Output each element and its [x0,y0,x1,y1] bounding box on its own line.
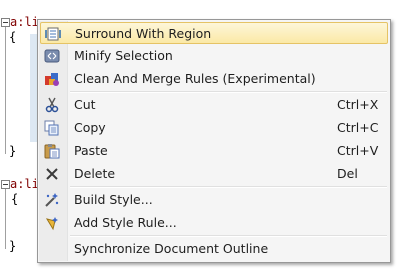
menu-item-clean-and-merge[interactable]: Clean And Merge Rules (Experimental) [40,68,388,90]
menu-item-surround-with-region[interactable]: Surround With Region [40,22,388,44]
menu-separator [70,186,387,188]
build-style-icon [44,192,60,208]
menu-item-add-style-rule[interactable]: Add Style Rule... [40,212,388,234]
menu-item-label: Add Style Rule... [74,215,177,230]
context-menu: Surround With Region Minify Selection Cl… [37,19,391,263]
paste-icon [44,143,60,159]
menu-item-shortcut: Del [337,166,358,181]
add-style-rule-icon [44,215,60,231]
fold-guide [5,189,6,249]
menu-item-cut[interactable]: Cut Ctrl+X [40,94,388,116]
menu-item-label: Synchronize Document Outline [74,241,269,256]
menu-item-label: Delete [74,166,116,181]
delete-icon [44,166,60,182]
menu-item-delete[interactable]: Delete Del [40,163,388,185]
menu-separator [70,91,387,93]
open-brace: { [11,192,19,206]
surround-region-icon [45,26,61,42]
css-selector: a:li [10,177,39,191]
menu-item-paste[interactable]: Paste Ctrl+V [40,140,388,162]
menu-item-synchronize-outline[interactable]: Synchronize Document Outline [40,238,388,260]
clean-merge-icon [44,71,60,87]
menu-item-shortcut: Ctrl+V [337,143,379,158]
menu-item-label: Copy [74,120,106,135]
menu-item-label: Clean And Merge Rules (Experimental) [74,71,316,86]
menu-item-shortcut: Ctrl+X [337,97,379,112]
close-brace: } [9,239,17,253]
scissors-icon [44,97,60,113]
menu-item-build-style[interactable]: Build Style... [40,189,388,211]
menu-item-label: Build Style... [74,192,153,207]
menu-item-copy[interactable]: Copy Ctrl+C [40,117,388,139]
minify-icon [44,48,60,64]
css-selector: a:li [10,15,39,29]
menu-item-label: Minify Selection [74,48,173,63]
menu-item-label: Paste [74,143,108,158]
open-brace: { [9,30,17,44]
menu-item-label: Cut [74,97,96,112]
copy-icon [44,120,60,136]
menu-item-minify-selection[interactable]: Minify Selection [40,45,388,67]
menu-item-shortcut: Ctrl+C [337,120,379,135]
menu-item-label: Surround With Region [75,26,212,41]
collapse-toggle[interactable] [1,180,10,189]
menu-separator [70,235,387,237]
collapse-toggle[interactable] [1,18,10,27]
fold-guide [5,27,6,154]
close-brace: } [9,144,17,158]
